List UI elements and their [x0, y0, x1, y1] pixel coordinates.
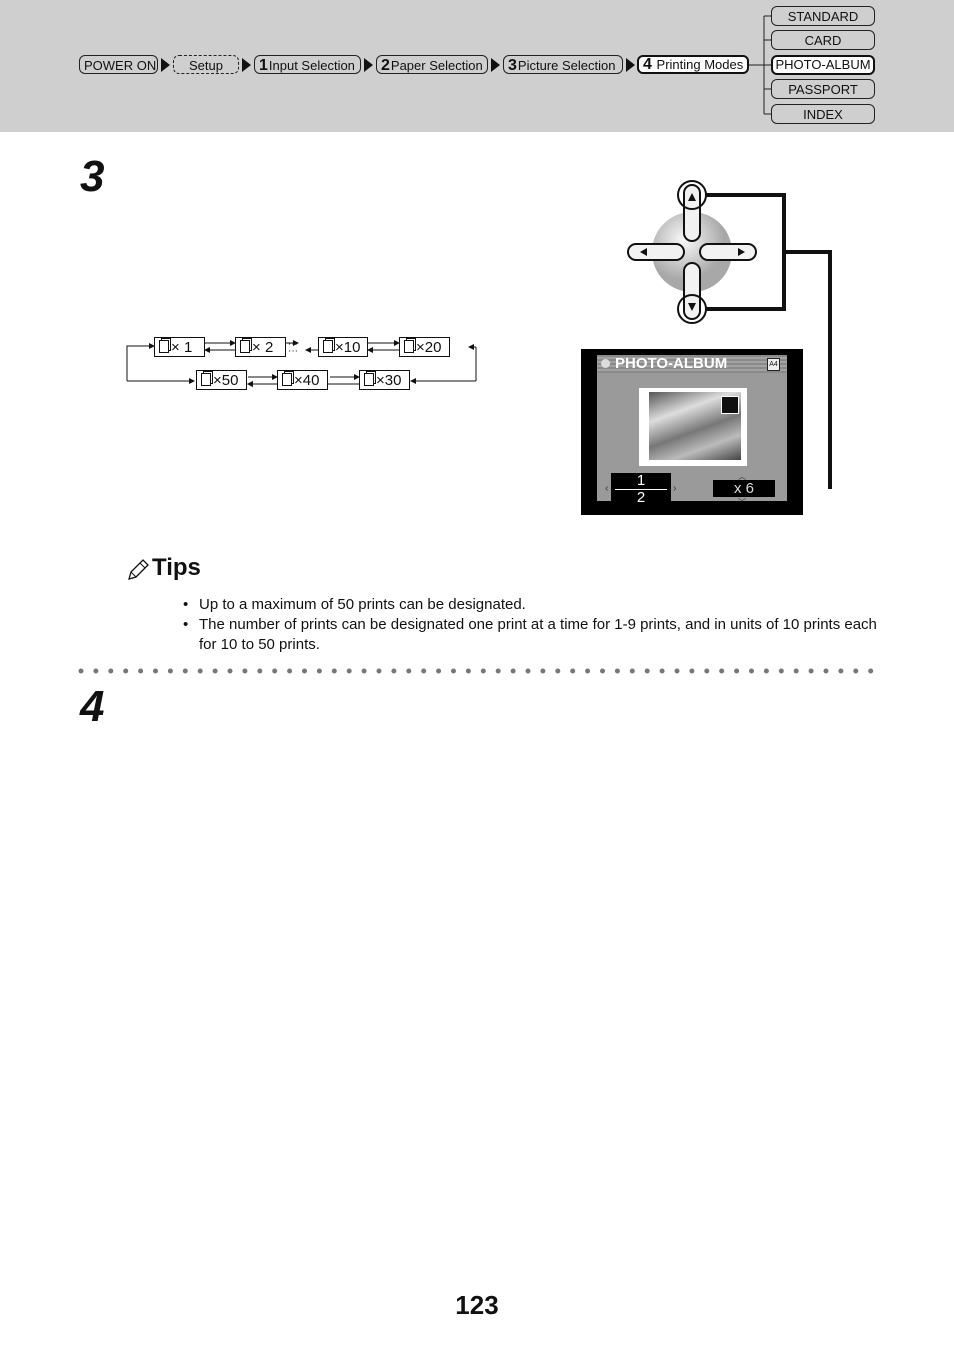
album-slot: [721, 396, 739, 414]
step-number-4: 4: [80, 682, 105, 731]
copies-indicator: x 6: [713, 480, 775, 497]
right-chevron-icon: ›: [673, 483, 677, 494]
copies-box: × 1: [154, 337, 205, 357]
mode-card: CARD: [771, 30, 875, 50]
paper-stack-icon: [201, 373, 211, 386]
crumb-picture-selection: 3Picture Selection: [503, 55, 623, 74]
arrow-right-icon: [626, 58, 635, 72]
copies-box: ×20: [399, 337, 450, 357]
copies-box: ×10: [318, 337, 368, 357]
lcd-panel: PHOTO-ALBUM A4 1 2 ‹ › x 6 ︿ ﹀: [597, 355, 787, 507]
arrow-right-icon: [242, 58, 251, 72]
crumb-paper-selection: 2Paper Selection: [376, 55, 488, 74]
paper-stack-icon: [282, 373, 292, 386]
paper-stack-icon: [364, 373, 374, 386]
paper-stack-icon: [404, 340, 414, 353]
arrow-right-icon: [364, 58, 373, 72]
paper-stack-icon: [323, 340, 333, 353]
lcd-title-bar: PHOTO-ALBUM A4: [597, 355, 787, 373]
crumb-power-on: POWER ON: [79, 55, 158, 74]
album-preview: [639, 388, 747, 466]
mode-standard: STANDARD: [771, 6, 875, 26]
tip-item: • The number of prints can be designated …: [183, 616, 877, 653]
crumb-input-selection: 1Input Selection: [254, 55, 361, 74]
page-number: 123: [455, 1290, 499, 1320]
tips-title: Tips: [152, 554, 201, 581]
up-chevron-icon: ︿: [738, 472, 746, 481]
mode-index: INDEX: [771, 104, 875, 124]
paper-size-icon: A4: [767, 358, 780, 371]
copies-box: ×30: [359, 370, 410, 390]
step-number-3: 3: [80, 152, 105, 201]
lcd-bullet-icon: [601, 359, 610, 368]
lcd-title: PHOTO-ALBUM: [615, 355, 728, 372]
left-chevron-icon: ‹: [605, 483, 609, 494]
copies-box: ×40: [277, 370, 328, 390]
mode-photo-album: PHOTO-ALBUM: [771, 55, 875, 75]
arrow-right-icon: [161, 58, 170, 72]
crumb-printing-modes: 4 Printing Modes: [637, 55, 749, 74]
paper-stack-icon: [240, 340, 250, 353]
dotted-separator: [78, 668, 878, 674]
lcd-screen: PHOTO-ALBUM A4 1 2 ‹ › x 6 ︿ ﹀: [581, 349, 803, 515]
paper-stack-icon: [159, 340, 169, 353]
copies-box: ×50: [196, 370, 247, 390]
navigation-header: POWER ON Setup 1Input Selection 2Paper S…: [0, 0, 954, 132]
arrow-right-icon: [491, 58, 500, 72]
tip-item: • Up to a maximum of 50 prints can be des…: [183, 596, 526, 613]
page-indicator: 1 2: [611, 473, 671, 507]
crumb-setup: Setup: [173, 55, 239, 74]
mode-passport: PASSPORT: [771, 79, 875, 99]
down-chevron-icon: ﹀: [738, 498, 746, 507]
ellipsis-bottom: ⋯: [288, 346, 298, 357]
pencil-icon: [128, 559, 149, 580]
copies-box: × 2: [235, 337, 286, 357]
